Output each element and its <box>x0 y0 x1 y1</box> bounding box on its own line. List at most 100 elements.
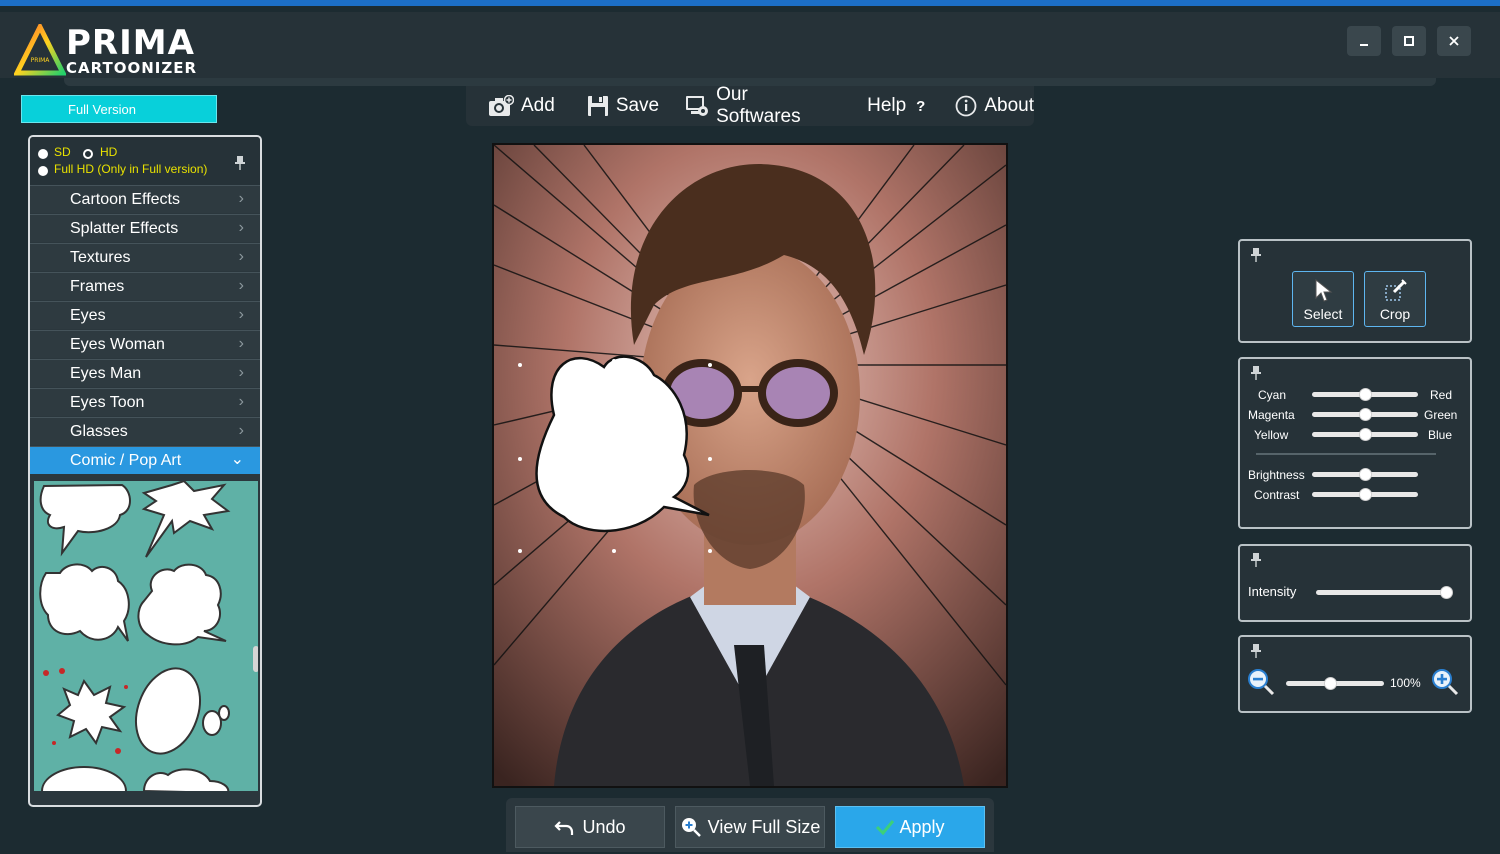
apply-label: Apply <box>899 816 945 837</box>
menu-item-label: Frames <box>70 277 125 295</box>
thought-cloud[interactable] <box>39 563 130 642</box>
divider <box>1256 453 1436 455</box>
speech-cloud-1[interactable] <box>39 483 131 557</box>
radio-hd[interactable] <box>83 149 93 159</box>
speech-cloud-2[interactable] <box>137 563 227 646</box>
chevron-right-icon: › <box>238 422 244 439</box>
contrast-slider-thumb[interactable] <box>1359 488 1372 501</box>
logo-title: PRIMA <box>66 23 195 63</box>
add-label: Add <box>521 95 555 116</box>
image-canvas[interactable] <box>492 143 1008 788</box>
chevron-right-icon: › <box>238 306 244 323</box>
about-label: About <box>984 95 1034 116</box>
menu-item-label: Eyes Woman <box>70 335 165 353</box>
menu-item-eyes-woman[interactable]: Eyes Woman › <box>30 330 260 358</box>
chevron-right-icon: › <box>238 393 244 410</box>
yellow-blue-slider-thumb[interactable] <box>1359 428 1372 441</box>
checkmark-icon <box>876 820 895 836</box>
zoom-value: 100% <box>1390 676 1421 690</box>
select-label: Select <box>1303 306 1343 322</box>
pin-icon[interactable] <box>1250 247 1262 266</box>
zoom-panel: 100% <box>1238 635 1472 713</box>
maximize-icon <box>1404 36 1414 46</box>
blue-label: Blue <box>1428 428 1453 442</box>
bottom-action-bar: Undo View Full Size Apply <box>506 798 994 852</box>
chevron-right-icon: › <box>238 335 244 352</box>
menu-item-label: Textures <box>70 248 131 266</box>
menu-item-label: Glasses <box>70 422 128 440</box>
minimize-button[interactable] <box>1347 26 1381 56</box>
undo-button[interactable]: Undo <box>515 806 665 848</box>
our-softwares-button[interactable]: Our Softwares <box>685 84 837 127</box>
about-button[interactable]: About <box>955 86 1034 126</box>
menu-item-textures[interactable]: Textures › <box>30 243 260 271</box>
full-hd-label: Full HD (Only in Full version) <box>54 162 208 176</box>
crop-icon <box>1385 279 1407 301</box>
burst-bubble[interactable] <box>141 481 231 558</box>
help-button[interactable]: Help ? <box>867 86 925 126</box>
intensity-slider-thumb[interactable] <box>1440 586 1453 599</box>
gallery-scrollbar[interactable] <box>253 646 258 672</box>
magenta-green-slider-thumb[interactable] <box>1359 408 1372 421</box>
select-tool-button[interactable]: Select <box>1292 271 1354 327</box>
crop-label: Crop <box>1379 306 1411 322</box>
menu-item-eyes[interactable]: Eyes › <box>30 301 260 329</box>
menu-item-frames[interactable]: Frames › <box>30 272 260 300</box>
menu-item-comic-pop-art[interactable]: Comic / Pop Art ⌄ <box>30 446 260 474</box>
view-full-size-button[interactable]: View Full Size <box>675 806 825 848</box>
menu-item-eyes-toon[interactable]: Eyes Toon › <box>30 388 260 416</box>
maximize-button[interactable] <box>1392 26 1426 56</box>
save-button[interactable]: Save <box>587 86 659 126</box>
pin-icon[interactable] <box>1250 643 1262 662</box>
menu-item-label: Eyes Man <box>70 364 142 382</box>
help-label: Help <box>867 95 907 116</box>
chevron-right-icon: › <box>238 364 244 381</box>
brightness-slider-thumb[interactable] <box>1359 468 1372 481</box>
add-button[interactable]: Add <box>488 86 555 126</box>
radio-full-hd[interactable] <box>38 166 48 176</box>
oval-thought-bubble[interactable] <box>125 659 230 762</box>
question-icon: ? <box>916 97 926 115</box>
menu-item-splatter-effects[interactable]: Splatter Effects › <box>30 214 260 242</box>
menu-item-cartoon-effects[interactable]: Cartoon Effects › <box>30 185 260 213</box>
full-version-button[interactable]: Full Version <box>21 95 217 123</box>
pin-icon[interactable] <box>1250 365 1262 384</box>
view-full-size-label: View Full Size <box>707 816 821 837</box>
app-window: PRIMA PRIMA CARTOONIZER Full Version Add <box>0 0 1500 854</box>
menu-item-label: Eyes Toon <box>70 393 145 411</box>
color-balance-panel: Cyan Red Magenta Green Yellow Blue Brigh… <box>1238 357 1472 529</box>
contrast-label: Contrast <box>1254 488 1300 502</box>
camera-add-icon <box>488 95 514 117</box>
close-icon <box>1449 36 1459 46</box>
intensity-slider[interactable] <box>1316 590 1450 595</box>
menu-item-label: Eyes <box>70 306 106 324</box>
zoom-slider-thumb[interactable] <box>1324 677 1337 690</box>
pin-icon[interactable] <box>234 155 246 174</box>
crop-tool-button[interactable]: Crop <box>1364 271 1426 327</box>
partial-bubbles[interactable] <box>41 766 230 791</box>
brightness-label: Brightness <box>1248 468 1305 482</box>
undo-icon <box>554 821 574 835</box>
zoom-out-button[interactable] <box>1246 667 1276 702</box>
hd-label: HD <box>100 145 118 159</box>
cyan-label: Cyan <box>1258 388 1287 402</box>
titlebar: PRIMA PRIMA CARTOONIZER <box>0 12 1500 78</box>
chevron-right-icon: › <box>238 219 244 236</box>
edited-photo <box>494 145 1006 786</box>
menu-item-eyes-man[interactable]: Eyes Man › <box>30 359 260 387</box>
zoom-in-button[interactable] <box>1430 667 1460 702</box>
sd-label: SD <box>54 145 71 159</box>
chevron-down-icon: ⌄ <box>230 451 244 468</box>
main-toolbar: Add Save Our Softwares Help ? About <box>466 84 1034 127</box>
intensity-panel: Intensity <box>1238 544 1472 622</box>
menu-item-glasses[interactable]: Glasses › <box>30 417 260 445</box>
close-button[interactable] <box>1437 26 1471 56</box>
pin-icon[interactable] <box>1250 552 1262 571</box>
yellow-label: Yellow <box>1254 428 1289 442</box>
cyan-red-slider-thumb[interactable] <box>1359 388 1372 401</box>
chevron-right-icon: › <box>238 248 244 265</box>
cursor-arrow-icon <box>1315 278 1333 302</box>
apply-button[interactable]: Apply <box>835 806 985 848</box>
radio-sd[interactable] <box>38 149 48 159</box>
explosion-bubble[interactable] <box>43 668 128 754</box>
